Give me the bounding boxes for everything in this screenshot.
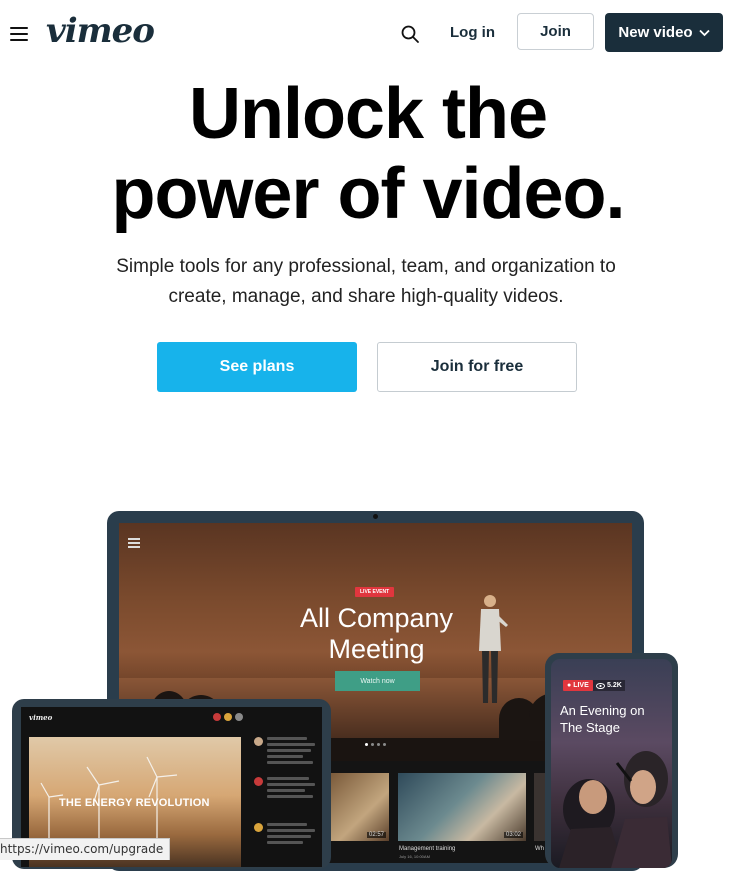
presenter-figure (479, 595, 508, 703)
webcam-dot (373, 514, 378, 519)
chat-panel (250, 733, 322, 867)
event-title-line-2: Meeting (328, 634, 425, 664)
hero-subtitle-line-2: create, manage, and share high-quality v… (168, 286, 564, 307)
viewer-count: 5.2K (593, 680, 625, 691)
live-badge: ● LIVE (563, 680, 593, 691)
menu-icon[interactable] (10, 27, 28, 41)
watch-now-button[interactable]: Watch now (335, 671, 420, 691)
thumbnail-date: July 16, 10:00AM (399, 854, 430, 859)
vimeo-logo[interactable]: vimeo (46, 10, 155, 52)
phone-video-title: An Evening on The Stage (560, 703, 645, 735)
hero-subtitle: Simple tools for any professional, team,… (0, 252, 730, 312)
phone-screen: ● LIVE 5.2K An Evening on The Stage (551, 659, 672, 868)
tablet-vimeo-logo: vimeo (29, 713, 53, 722)
new-video-button[interactable]: New video (605, 13, 723, 52)
avatar (213, 713, 221, 721)
chevron-down-icon (698, 29, 710, 36)
viewer-count-value: 5.2K (607, 682, 622, 689)
hero-title-line-1: Unlock the (188, 74, 548, 154)
avatar (235, 713, 243, 721)
thumbnail-title: Wh (535, 846, 544, 852)
event-title-line-1: All Company (299, 603, 454, 633)
eye-icon (596, 682, 605, 689)
join-for-free-button[interactable]: Join for free (377, 342, 577, 392)
login-link[interactable]: Log in (440, 18, 505, 48)
new-video-label: New video (618, 24, 693, 41)
avatar (224, 713, 232, 721)
video-thumbnail[interactable]: 03:02 (398, 773, 526, 841)
avatar (254, 737, 263, 746)
avatar (254, 823, 263, 832)
live-event-badge: LIVE EVENT (355, 587, 395, 597)
hero-title: Unlock the power of video. (0, 74, 730, 234)
browser-status-url: https://vimeo.com/upgrade (0, 838, 171, 860)
phone-mockup: ● LIVE 5.2K An Evening on The Stage (545, 653, 678, 868)
hamburger-icon[interactable] (128, 538, 140, 548)
hero-subtitle-line-1: Simple tools for any professional, team,… (116, 256, 616, 277)
thumbnail-duration: 03:02 (503, 832, 523, 838)
thumbnail-title: Management training (399, 846, 456, 852)
video-thumbnail[interactable]: 02:57 (331, 773, 389, 841)
avatar (254, 777, 263, 786)
thumbnail-duration: 02:57 (366, 832, 386, 838)
join-button[interactable]: Join (517, 13, 594, 50)
carousel-dots[interactable] (365, 743, 386, 746)
see-plans-button[interactable]: See plans (157, 342, 357, 392)
top-navigation: vimeo Log in Join New video (0, 0, 730, 64)
event-title: All Company Meeting (284, 603, 469, 665)
hero-title-line-2: power of video. (111, 154, 625, 234)
tablet-video-title: THE ENERGY REVOLUTION (59, 797, 210, 809)
search-icon[interactable] (400, 24, 420, 44)
live-badge-label: LIVE (573, 682, 589, 689)
